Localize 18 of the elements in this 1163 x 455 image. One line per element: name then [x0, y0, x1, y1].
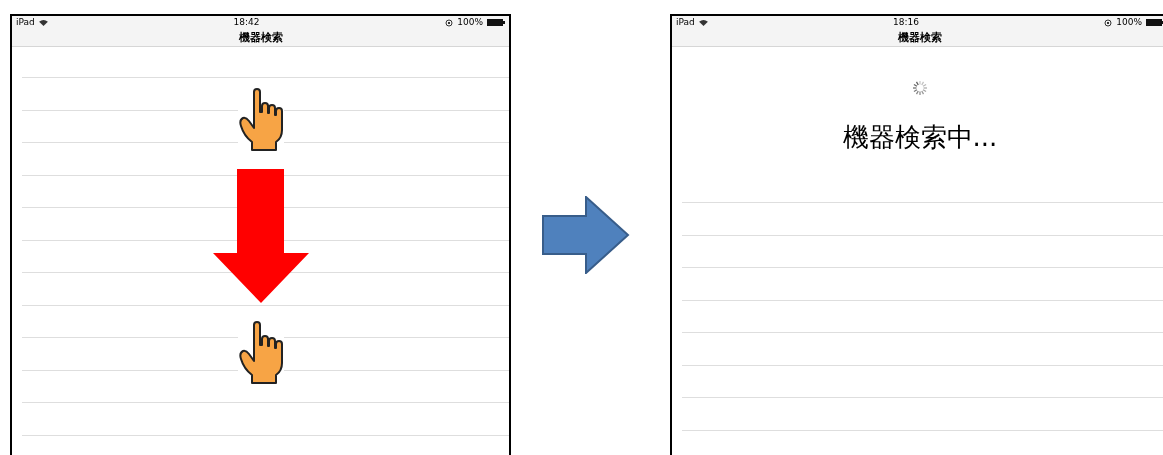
battery-percentage: 100% [1116, 16, 1142, 29]
battery-icon [1146, 19, 1163, 27]
status-time: 18:42 [233, 16, 260, 29]
wifi-icon [38, 19, 48, 27]
rotation-lock-icon [445, 18, 454, 27]
navigation-title: 機器検索 [238, 29, 283, 46]
status-time: 18:16 [893, 16, 919, 29]
down-arrow-icon [212, 169, 309, 303]
rotation-lock-icon [1104, 18, 1113, 27]
device-name: iPad [676, 16, 695, 29]
device-name: iPad [16, 16, 35, 29]
battery-percentage: 100% [457, 16, 483, 29]
loading-spinner-icon [912, 80, 928, 96]
searching-message: 機器検索中... [842, 121, 998, 154]
battery-icon [487, 19, 505, 27]
navigation-title: 機器検索 [898, 29, 942, 46]
right-arrow-icon [542, 196, 630, 274]
wifi-icon [698, 19, 708, 27]
